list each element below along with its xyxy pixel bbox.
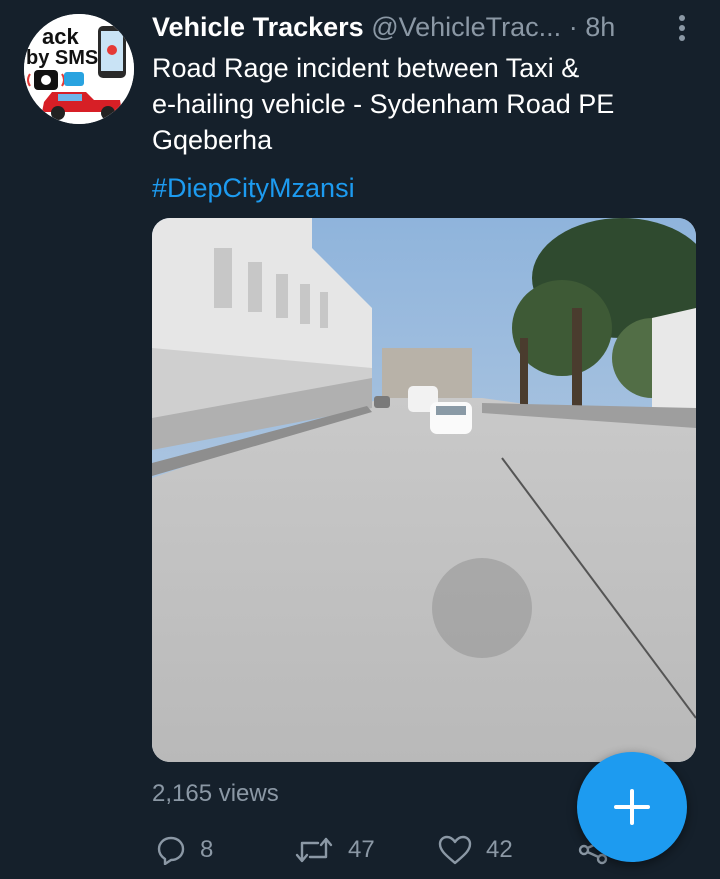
retweet-count: 47 <box>348 836 375 863</box>
retweet-button[interactable]: 47 <box>294 828 375 872</box>
reply-icon <box>157 836 185 865</box>
retweet-icon <box>295 837 333 863</box>
author-handle[interactable]: @VehicleTrac... <box>371 12 561 42</box>
view-count: 2,165 views <box>152 780 279 807</box>
author-name[interactable]: Vehicle Trackers <box>152 12 364 42</box>
avatar[interactable]: ack by SMS <box>24 14 134 124</box>
tweet-text: Road Rage incident between Taxi & e-hail… <box>152 50 692 158</box>
like-count: 42 <box>486 836 513 863</box>
reply-count: 8 <box>200 836 214 863</box>
like-button[interactable]: 42 <box>438 828 513 872</box>
tweet-header: Vehicle Trackers @VehicleTrac... · 8h <box>152 10 660 46</box>
tweet-text-line: Road Rage incident between Taxi & <box>152 53 580 83</box>
plus-icon <box>614 789 650 825</box>
avatar-logo-text: ack <box>42 24 79 49</box>
avatar-logo-text-2: by SMS <box>26 47 98 69</box>
heart-icon <box>438 835 472 865</box>
more-vertical-icon[interactable] <box>678 14 686 42</box>
compose-tweet-button[interactable] <box>577 752 687 862</box>
reply-button[interactable]: 8 <box>156 828 213 872</box>
header-separator: · <box>568 12 578 42</box>
tweet-text-line: e-hailing vehicle - Sydenham Road PE <box>152 89 615 119</box>
tweet-time[interactable]: 8h <box>585 12 615 42</box>
tweet[interactable]: ack by SMS Vehicle Trackers @VehicleTrac… <box>0 0 720 879</box>
video-media[interactable] <box>152 218 696 762</box>
hashtag-link[interactable]: #DiepCityMzansi <box>152 170 355 206</box>
tweet-text-line: Gqeberha <box>152 125 273 155</box>
